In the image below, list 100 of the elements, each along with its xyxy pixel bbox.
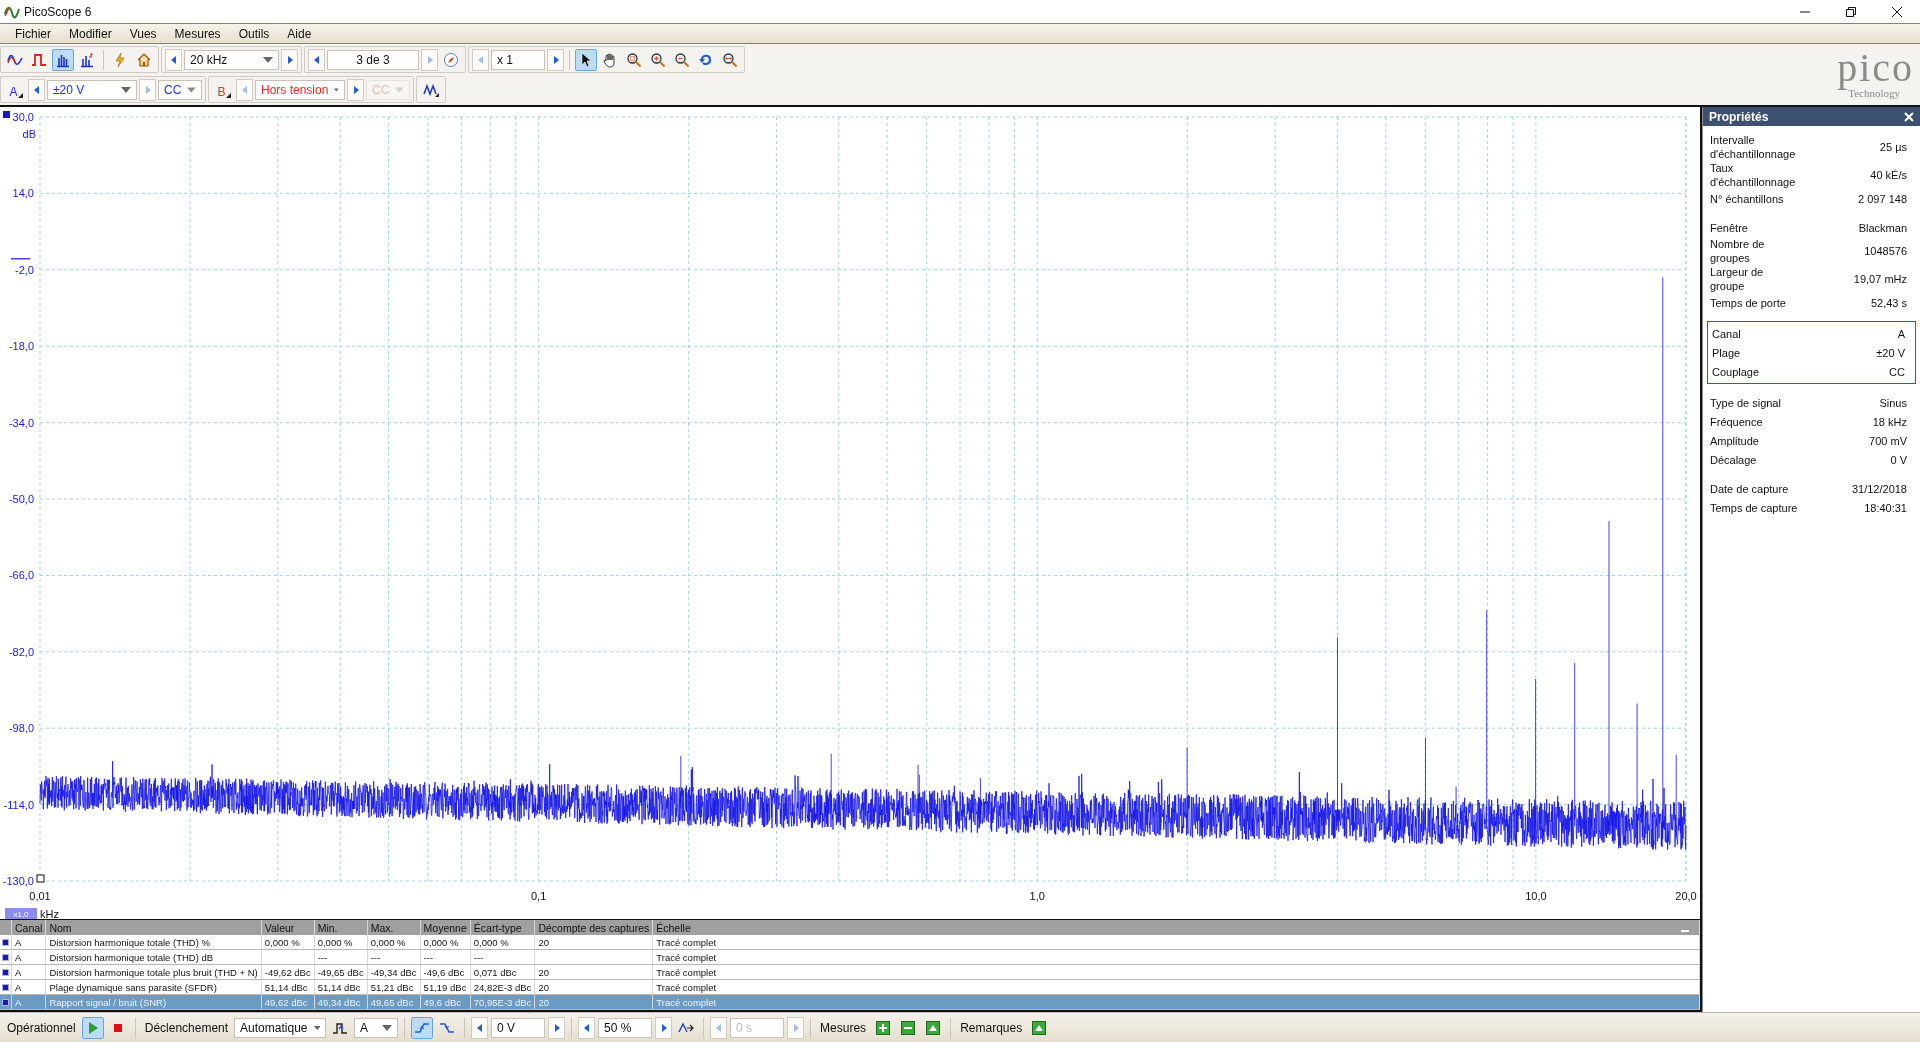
table-cell: Distorsion harmonique totale (THD) % xyxy=(49,936,210,948)
tool-button[interactable] xyxy=(575,48,597,71)
table-cell: 51,19 dBc xyxy=(423,981,467,993)
table-cell: 49,6 dBc xyxy=(423,996,462,1008)
x-axis-label: 0,01 xyxy=(29,890,51,902)
zoom-field[interactable]: x 1 xyxy=(491,49,545,70)
property-value: 18:40:31 xyxy=(1864,501,1908,514)
compass-icon xyxy=(443,51,459,68)
trigger-mode-dropdown[interactable]: Automatique xyxy=(234,1017,327,1038)
left-arrow-icon xyxy=(169,54,178,65)
view-mode-button[interactable] xyxy=(52,48,74,71)
capture-field[interactable]: 3 de 3 xyxy=(327,49,419,70)
property-label: Taux d'échantillonnage xyxy=(1710,161,1796,189)
table-row[interactable]: A Distorsion harmonique totale (THD) dB --- --- --- --- Tracé complet xyxy=(0,949,1700,965)
table-cell: --- xyxy=(317,951,328,963)
range-dropdown[interactable]: ±20 V xyxy=(47,79,137,100)
menu-item[interactable]: Fichier xyxy=(6,26,60,41)
property-label: Canal xyxy=(1712,326,1741,341)
left-arrow-icon xyxy=(240,84,249,95)
y-axis-label: -114,0 xyxy=(3,798,34,811)
next-button[interactable] xyxy=(548,1016,566,1039)
y-axis-label: 14,0 xyxy=(12,187,34,200)
left-arrow-icon xyxy=(714,1022,723,1033)
table-cell: 0,000 % xyxy=(264,936,300,948)
edge-button[interactable] xyxy=(411,1016,434,1039)
table-cell: -49,65 dBc xyxy=(317,966,364,978)
y-axis-label: -2,0 xyxy=(15,263,34,276)
channel-button[interactable]: A xyxy=(4,78,26,101)
channel-marker xyxy=(3,111,10,118)
notes-label: Remarques xyxy=(960,1020,1023,1035)
offset-marker[interactable] xyxy=(10,258,31,260)
coupling-dropdown[interactable]: CC xyxy=(158,79,202,100)
range-dropdown[interactable]: Hors tension xyxy=(255,79,345,100)
pretrigger-field[interactable]: 50 % xyxy=(598,1017,653,1038)
table-cell: --- xyxy=(370,951,381,963)
zoom-out-icon xyxy=(674,51,690,68)
zoom-in-icon xyxy=(650,51,666,68)
menu-item[interactable]: Vues xyxy=(120,26,166,41)
previous-button[interactable] xyxy=(308,48,325,71)
table-row[interactable]: A Distorsion harmonique totale (THD) % 0,000 % 0,000 % 0,000 % 0,000 % 0,000 % 20 Tracé complet xyxy=(0,935,1700,950)
property-value: 1048576 xyxy=(1864,245,1908,257)
right-arrow-icon xyxy=(791,1022,800,1033)
ruler-handle[interactable] xyxy=(36,874,45,883)
table-cell: -49,62 dBc xyxy=(264,966,311,978)
table-cell: A xyxy=(15,981,22,993)
table-cell: 51,21 dBc xyxy=(370,981,414,993)
right-arrow-icon xyxy=(552,1022,561,1033)
row-marker-icon xyxy=(2,983,9,991)
trigger-channel-dropdown[interactable]: A xyxy=(354,1017,399,1038)
table-cell: 0,000 % xyxy=(423,936,459,948)
y-axis-label: 30,0 xyxy=(12,111,34,123)
menu-item[interactable]: Outils xyxy=(229,26,279,41)
next-button[interactable] xyxy=(655,1016,673,1039)
y-axis-label: -18,0 xyxy=(8,340,34,353)
table-cell: Tracé complet xyxy=(656,951,717,963)
panel-title: Propriétés xyxy=(1709,109,1769,124)
dropdown-caret-icon xyxy=(121,86,131,93)
column-header[interactable]: Nom xyxy=(49,921,72,934)
previous-button[interactable] xyxy=(28,78,45,101)
channel-button[interactable]: B xyxy=(212,78,234,101)
next-button[interactable] xyxy=(547,48,564,71)
x-axis-label: 1,0 xyxy=(1029,890,1045,902)
column-header[interactable]: Échelle xyxy=(656,921,691,934)
property-label: Plage xyxy=(1712,345,1741,360)
table-cell: --- xyxy=(423,951,434,963)
menu-item[interactable]: Aide xyxy=(278,26,321,41)
x-axis-label: 20,0 xyxy=(1675,890,1697,902)
table-cell: 51,14 dBc xyxy=(317,981,361,993)
property-label: Largeur de groupe xyxy=(1710,265,1764,293)
table-cell: -49,34 dBc xyxy=(370,966,417,978)
run-button[interactable] xyxy=(81,1016,104,1039)
status-label: Opérationnel xyxy=(7,1020,76,1035)
close-button[interactable] xyxy=(1904,111,1914,122)
right-arrow-icon xyxy=(551,54,560,65)
previous-button[interactable] xyxy=(165,48,182,71)
previous-button[interactable] xyxy=(578,1016,596,1039)
table-cell: 0,000 % xyxy=(370,936,406,948)
timebase-dropdown[interactable]: 20 kHz xyxy=(184,49,279,70)
y-axis-unit: dB xyxy=(22,128,36,140)
table-row[interactable]: A Plage dynamique sans parasite (SFDR) 51,14 dBc 51,14 dBc 51,21 dBc 51,19 dBc 24,82E-3 dBc 20 Tracé complet xyxy=(0,979,1700,995)
row-marker-icon xyxy=(2,953,9,961)
property-value: 0 V xyxy=(1890,453,1908,466)
property-value: 52,43 s xyxy=(1870,296,1908,309)
table-cell: A xyxy=(15,966,22,978)
dropdown-caret-icon xyxy=(313,1024,321,1031)
table-row[interactable]: A Distorsion harmonique totale plus bruit (THD + N) -49,62 dBc -49,65 dBc -49,34 dBc -49,6 dBc 0,071 dBc 20 Tracé complet xyxy=(0,964,1700,980)
menu-item[interactable]: Modifier xyxy=(60,26,121,41)
previous-button[interactable] xyxy=(471,1016,489,1039)
bar-graph-icon xyxy=(79,51,95,68)
menu-item[interactable]: Mesures xyxy=(165,26,230,41)
x-axis-label: 10,0 xyxy=(1525,890,1547,902)
minus-icon xyxy=(900,1019,917,1036)
table-cell: 49,62 dBc xyxy=(264,996,308,1008)
next-button[interactable] xyxy=(281,48,298,71)
y-axis-label: -50,0 xyxy=(8,493,34,505)
left-arrow-icon xyxy=(475,1022,484,1033)
row-marker-icon xyxy=(2,998,9,1006)
threshold-field[interactable]: 0 V xyxy=(491,1017,546,1038)
next-button[interactable] xyxy=(347,78,364,101)
property-value: 2 097 148 xyxy=(1858,192,1908,205)
